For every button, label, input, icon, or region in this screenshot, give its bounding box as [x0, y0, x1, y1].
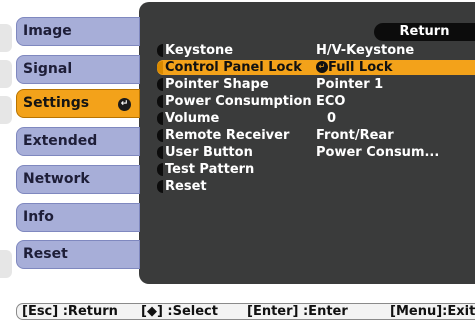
row-cap — [157, 112, 163, 125]
setting-row-test-pattern[interactable]: Test Pattern — [157, 162, 475, 177]
menu-tab-label: Network — [23, 171, 90, 187]
menu-tab-label: Reset — [23, 246, 68, 262]
menu-tab-label: Image — [23, 23, 72, 39]
setting-value: H/V-Keystone — [316, 43, 415, 58]
setting-row-volume[interactable]: Volume 0 — [157, 111, 475, 126]
row-cap — [157, 95, 163, 108]
setting-label: Remote Receiver — [165, 128, 290, 143]
setting-value: Pointer 1 — [316, 77, 384, 92]
menu-tab-label: Settings — [23, 95, 90, 111]
row-cap — [157, 129, 163, 142]
row-cap — [157, 163, 163, 176]
background-strip — [0, 60, 12, 88]
setting-label: Volume — [165, 111, 220, 126]
help-esc: [Esc] :Return — [22, 304, 118, 319]
setting-row-reset[interactable]: Reset — [157, 179, 475, 194]
help-bar: [Esc] :Return [◆] :Select [Enter] :Enter… — [16, 303, 475, 320]
menu-tab-image[interactable]: Image — [16, 17, 140, 46]
setting-label: Control Panel Lock — [165, 60, 302, 75]
background-strip — [0, 24, 12, 52]
setting-label: Pointer Shape — [165, 77, 269, 92]
menu-tab-label: Extended — [23, 133, 98, 149]
menu-tab-label: Info — [23, 209, 54, 225]
enter-icon: ↵ — [118, 98, 131, 111]
row-cap — [157, 180, 163, 193]
setting-label: Reset — [165, 179, 207, 194]
help-enter: [Enter] :Enter — [247, 304, 348, 319]
menu-tab-network[interactable]: Network — [16, 165, 140, 194]
setting-row-keystone[interactable]: Keystone H/V-Keystone — [157, 43, 475, 58]
setting-value: Full Lock — [328, 60, 393, 75]
setting-row-pointer-shape[interactable]: Pointer Shape Pointer 1 — [157, 77, 475, 92]
setting-value: ECO — [316, 94, 346, 109]
setting-value: 0 — [327, 111, 337, 126]
row-cap — [157, 61, 163, 74]
setting-label: Power Consumption — [165, 94, 312, 109]
menu-tab-settings[interactable]: Settings ↵ — [16, 89, 140, 118]
setting-label: Keystone — [165, 43, 234, 58]
setting-row-remote-receiver[interactable]: Remote Receiver Front/Rear — [157, 128, 475, 143]
setting-value: Front/Rear — [316, 128, 394, 143]
menu-tab-info[interactable]: Info — [16, 203, 140, 232]
setting-label: User Button — [165, 145, 253, 160]
menu-tab-signal[interactable]: Signal — [16, 55, 140, 84]
row-cap — [157, 44, 163, 57]
setting-row-power-consumption[interactable]: Power Consumption ECO — [157, 94, 475, 109]
background-strip — [0, 250, 12, 278]
enter-icon: ↵ — [316, 61, 328, 73]
row-cap — [157, 146, 163, 159]
menu-tab-extended[interactable]: Extended — [16, 127, 140, 156]
background-strip — [0, 96, 12, 124]
row-cap — [157, 78, 163, 91]
help-menu: [Menu]:Exit — [390, 304, 475, 319]
setting-row-user-button[interactable]: User Button Power Consum... — [157, 145, 475, 160]
menu-tab-label: Signal — [23, 61, 73, 77]
help-select: [◆] :Select — [141, 304, 218, 319]
setting-row-control-panel-lock[interactable]: Control Panel Lock ↵ Full Lock — [157, 60, 475, 75]
return-button[interactable]: Return — [374, 23, 475, 41]
setting-value: Power Consum... — [316, 145, 440, 160]
menu-tab-reset[interactable]: Reset — [16, 240, 140, 269]
setting-label: Test Pattern — [165, 162, 255, 177]
